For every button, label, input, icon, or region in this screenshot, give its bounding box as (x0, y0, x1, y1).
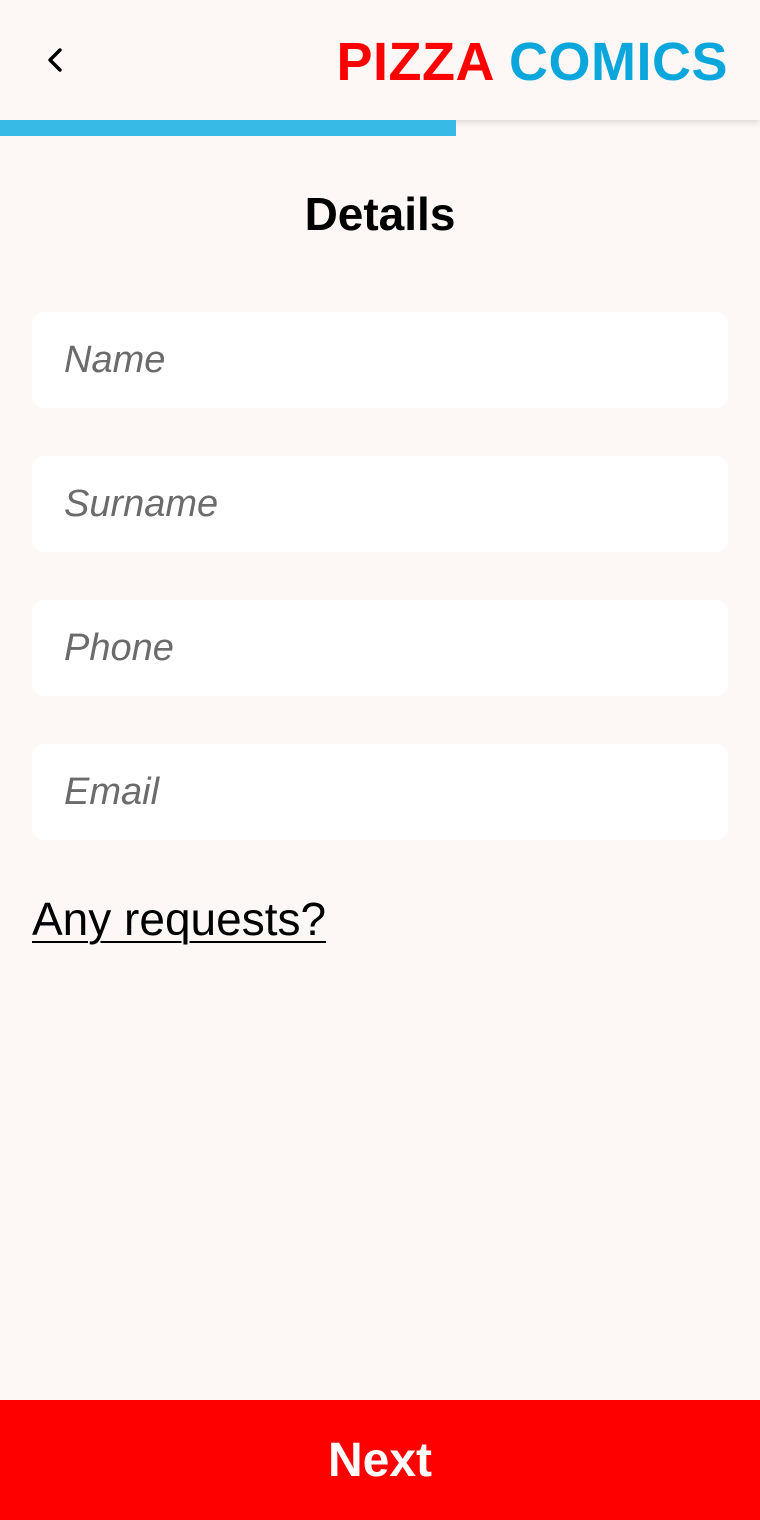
progress-bar (0, 120, 760, 136)
phone-field-container (32, 600, 728, 696)
app-header: PIZZA COMICS (0, 0, 760, 120)
name-field-container (32, 312, 728, 408)
back-button[interactable] (24, 28, 88, 92)
brand-word-comics: COMICS (509, 32, 728, 92)
name-input[interactable] (32, 312, 728, 408)
email-input[interactable] (32, 744, 728, 840)
any-requests-link[interactable]: Any requests? (32, 890, 326, 948)
page-title: Details (304, 188, 456, 240)
next-button[interactable]: Next (0, 1400, 760, 1520)
brand-logo: PIZZA COMICS (337, 30, 729, 94)
email-field-container (32, 744, 728, 840)
surname-input[interactable] (32, 456, 728, 552)
phone-input[interactable] (32, 600, 728, 696)
brand-word-pizza: PIZZA (336, 32, 495, 92)
chevron-left-icon (48, 48, 62, 72)
progress-bar-fill (0, 120, 456, 136)
surname-field-container (32, 456, 728, 552)
